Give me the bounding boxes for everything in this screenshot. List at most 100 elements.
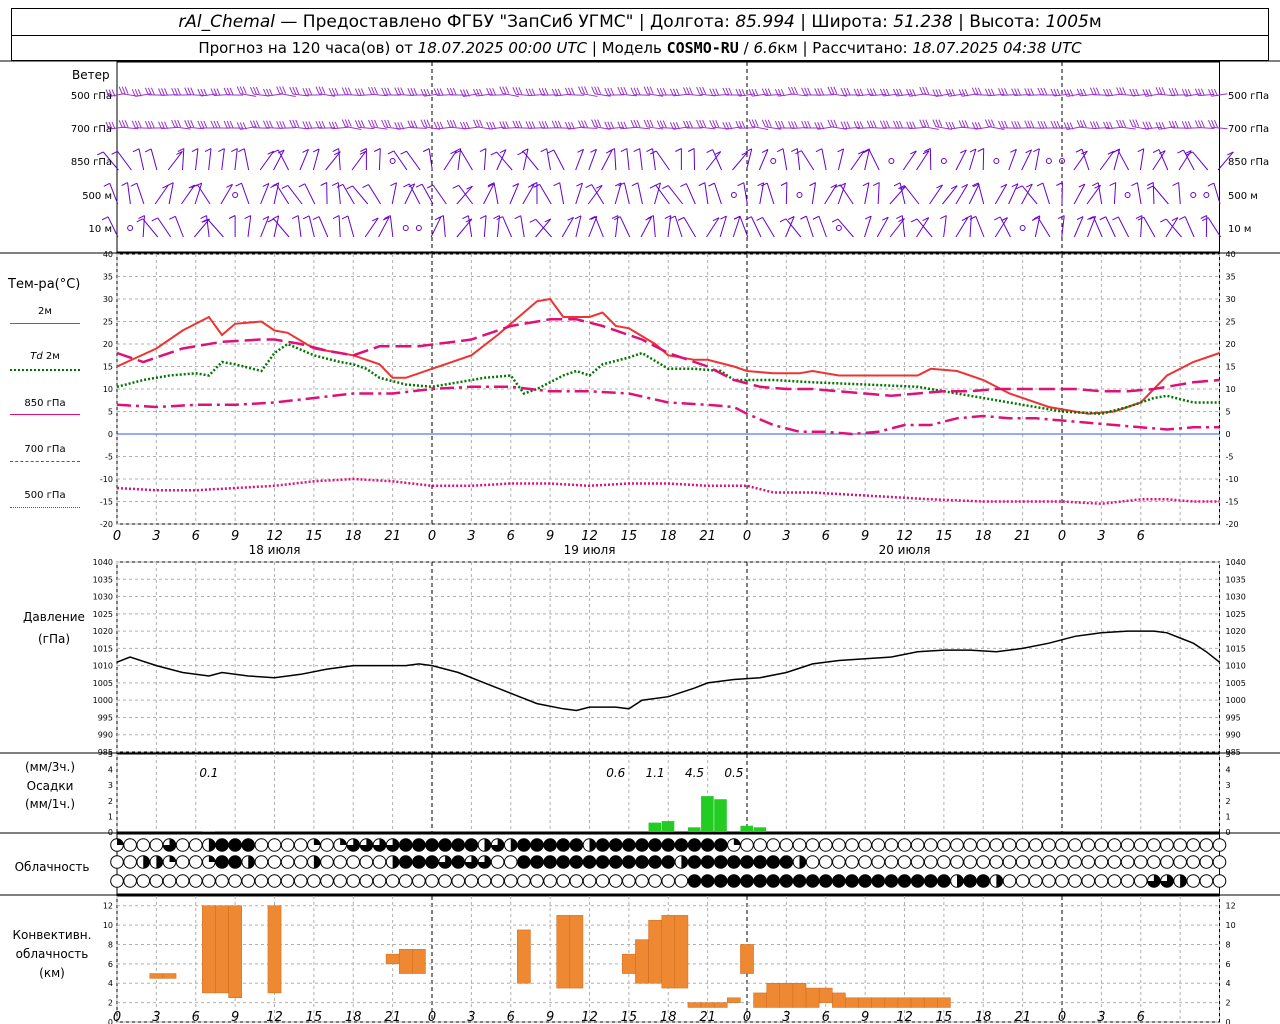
cloud-circle bbox=[543, 874, 557, 888]
wind-barb-feather bbox=[321, 121, 326, 129]
cloud-circle bbox=[267, 874, 282, 888]
cloud-fill-full bbox=[675, 838, 688, 852]
wind-barb-feather bbox=[512, 120, 517, 129]
wind-barb-feather bbox=[315, 121, 320, 129]
cloud-fill-sector bbox=[208, 855, 216, 862]
wind-barb-feather bbox=[675, 148, 682, 152]
wind-barb-shaft bbox=[260, 216, 270, 238]
cloud-circle bbox=[1133, 874, 1148, 888]
wind-barb-feather bbox=[617, 86, 622, 95]
wind-barb-feather bbox=[1063, 89, 1068, 97]
wind-barb-feather bbox=[103, 182, 111, 187]
precip-tick-left: 0 bbox=[108, 828, 113, 837]
hour-label-temp-axis: 18 bbox=[975, 529, 992, 544]
wind-barb-shaft bbox=[1008, 183, 1019, 205]
cloud-circle bbox=[517, 874, 531, 888]
wind-barb-feather bbox=[249, 86, 254, 95]
pressure-tick-left: 990 bbox=[98, 731, 113, 740]
wind-barb-feather bbox=[830, 86, 835, 95]
cloud-fill-full bbox=[635, 838, 649, 852]
wind-barb-feather bbox=[791, 121, 795, 129]
wind-barb-feather bbox=[1004, 120, 1008, 129]
wind-barb-shaft bbox=[623, 182, 630, 205]
wind-barb-feather bbox=[164, 88, 168, 96]
wind-barb-shaft bbox=[975, 216, 985, 238]
conv-bar bbox=[937, 997, 951, 1008]
precip-bar bbox=[202, 831, 215, 832]
temp-tick-left: 35 bbox=[103, 273, 113, 282]
wind-barb-feather bbox=[374, 119, 378, 128]
hour-label-bottom-axis: 15 bbox=[936, 1010, 953, 1024]
cloud-circle bbox=[307, 874, 321, 888]
wind-barb-feather bbox=[909, 89, 914, 97]
wind-barb-feather bbox=[715, 120, 720, 128]
wind-barb-feather bbox=[174, 87, 179, 96]
wind-barb-feather bbox=[882, 120, 887, 128]
cloud-fill-full bbox=[635, 855, 649, 869]
pressure-tick-right: 1010 bbox=[1226, 662, 1246, 671]
wind-barb-feather bbox=[452, 87, 457, 96]
conv-tick-left: 2 bbox=[108, 999, 113, 1008]
wind-level-label-left: 850 гПа bbox=[71, 157, 112, 168]
conv-bar bbox=[923, 997, 938, 1008]
wind-barb-feather bbox=[544, 121, 549, 129]
wind-barb-feather bbox=[604, 87, 609, 96]
wind-barb-feather bbox=[584, 86, 588, 94]
wind-barb-feather bbox=[578, 86, 582, 94]
wind-barb-feather bbox=[899, 120, 903, 129]
wind-barb-shaft bbox=[626, 148, 630, 171]
hour-label-temp-axis: 21 bbox=[699, 529, 716, 544]
wind-barb-feather bbox=[354, 120, 359, 128]
precip-bar bbox=[701, 796, 714, 832]
cloud-circle bbox=[950, 838, 964, 852]
conv-tick-right: 2 bbox=[1226, 999, 1231, 1008]
wind-barb-shaft bbox=[138, 148, 145, 171]
temp-tick-left: -10 bbox=[100, 475, 113, 484]
hour-label-temp-axis: 6 bbox=[1137, 529, 1145, 544]
wind-barb-feather bbox=[422, 148, 430, 153]
wind-barb-feather bbox=[1040, 87, 1045, 96]
wind-barb-feather bbox=[423, 119, 428, 127]
wind-barb-feather bbox=[961, 120, 966, 128]
wind-barb-feather bbox=[1082, 120, 1087, 128]
wind-barb-feather bbox=[698, 182, 706, 187]
cloud-circle bbox=[1094, 838, 1109, 852]
wind-barb-shaft bbox=[977, 182, 985, 205]
wind-barb-feather bbox=[341, 215, 349, 220]
wind-barb-feather bbox=[564, 87, 569, 95]
cloud-circle bbox=[346, 855, 361, 869]
wind-barb-feather bbox=[702, 119, 707, 128]
wind-barb-feather bbox=[1058, 215, 1065, 220]
wind-barb-feather bbox=[305, 87, 310, 96]
wind-barb-shaft bbox=[1042, 182, 1050, 205]
cloud-circle bbox=[202, 874, 216, 888]
wind-barb-feather bbox=[371, 119, 375, 128]
wind-barb-shaft bbox=[520, 215, 525, 238]
wind-barb-feather bbox=[1024, 120, 1029, 128]
wind-barb-shaft bbox=[442, 215, 446, 238]
wind-barb-feather bbox=[1099, 216, 1107, 221]
cloud-fill-sector bbox=[313, 838, 321, 845]
cloud-fill-full bbox=[937, 874, 951, 888]
wind-barb-feather bbox=[191, 148, 199, 153]
cloud-circle bbox=[569, 874, 584, 888]
cloud-fill-full bbox=[451, 855, 465, 869]
wind-barb-feather bbox=[756, 216, 763, 221]
wind-level-label-right: 700 гПа bbox=[1228, 124, 1269, 135]
cloud-fill-full bbox=[215, 855, 229, 869]
wind-barb-shaft bbox=[639, 148, 643, 171]
wind-barb-feather bbox=[1200, 120, 1205, 128]
wind-barb-feather bbox=[121, 86, 126, 94]
cloud-circle bbox=[871, 855, 886, 869]
cloud-circle bbox=[1068, 838, 1082, 852]
wind-barb-feather bbox=[289, 119, 294, 128]
wind-barb-feather bbox=[1089, 121, 1094, 129]
wind-barb-shaft bbox=[234, 148, 238, 171]
wind-barb-feather bbox=[144, 120, 149, 129]
wind-barb-shaft bbox=[685, 183, 696, 205]
cloud-circle bbox=[1160, 855, 1174, 869]
wind-barb-feather bbox=[1053, 120, 1058, 129]
temp-tick-right: 30 bbox=[1226, 295, 1236, 304]
wind-barb-feather bbox=[620, 148, 628, 153]
precip-bar bbox=[687, 827, 701, 832]
